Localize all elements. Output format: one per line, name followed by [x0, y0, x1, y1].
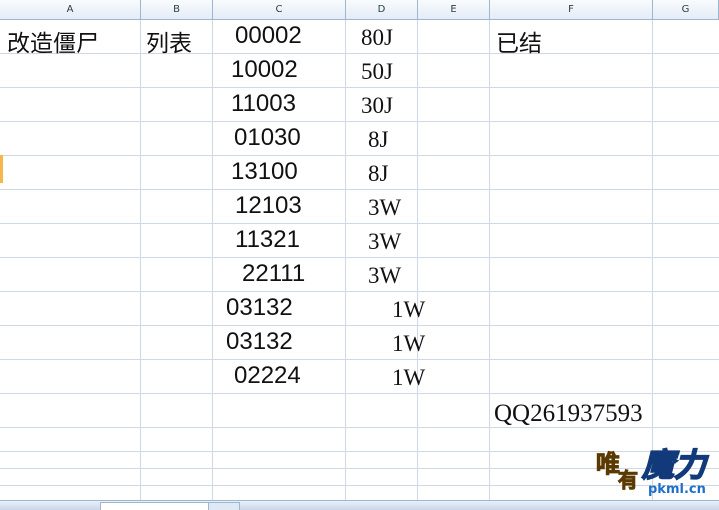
grid-line [345, 20, 346, 500]
column-header-f[interactable]: F [490, 0, 653, 19]
cell-c8[interactable]: 22111 [242, 260, 305, 288]
grid-line [140, 20, 141, 500]
grid-line [0, 53, 719, 54]
cell-d2[interactable]: 50J [361, 59, 393, 85]
cell-d9[interactable]: 1W [392, 297, 425, 323]
watermark-logo-glyph: 唯 [596, 450, 621, 479]
grid-line [417, 20, 418, 500]
cell-c5[interactable]: 13100 [231, 158, 298, 186]
grid-line [0, 87, 719, 88]
grid-line [0, 121, 719, 122]
grid-line [0, 325, 719, 326]
grid-line [0, 359, 719, 360]
column-header-row: A B C D E F G [0, 0, 719, 20]
cell-d1[interactable]: 80J [361, 25, 393, 51]
cell-f12-qq[interactable]: QQ261937593 [494, 400, 643, 428]
cell-d4[interactable]: 8J [368, 127, 388, 153]
grid-line [489, 20, 490, 500]
cell-c1[interactable]: 00002 [235, 22, 302, 50]
cell-b1[interactable]: 列表 [146, 24, 192, 58]
watermark-logo-glyph: 有 [618, 468, 639, 493]
cell-f1[interactable]: 已结 [496, 24, 542, 58]
cell-c11[interactable]: 02224 [234, 362, 301, 390]
cell-c7[interactable]: 11321 [235, 226, 300, 254]
cell-a1[interactable]: 改造僵尸 [7, 24, 99, 58]
cell-d3[interactable]: 30J [361, 93, 393, 119]
grid-line [0, 291, 719, 292]
cell-c2[interactable]: 10002 [231, 56, 298, 84]
grid-line [0, 155, 719, 156]
grid-line [0, 257, 719, 258]
cell-c4[interactable]: 01030 [234, 124, 301, 152]
cell-c9[interactable]: 03132 [226, 294, 293, 322]
cell-d11[interactable]: 1W [392, 365, 425, 391]
column-header-c[interactable]: C [213, 0, 346, 19]
cell-d5[interactable]: 8J [368, 161, 388, 187]
column-header-g[interactable]: G [653, 0, 719, 19]
grid-line [0, 223, 719, 224]
column-header-b[interactable]: B [141, 0, 213, 19]
cell-c10[interactable]: 03132 [226, 328, 293, 356]
grid-line [212, 20, 213, 500]
grid-line [0, 393, 719, 394]
column-header-e[interactable]: E [418, 0, 490, 19]
watermark-logo-glyph: 魔力 [641, 445, 707, 485]
watermark-logo: 唯 有 魔力 pkml.cn [596, 440, 718, 502]
column-header-d[interactable]: D [346, 0, 418, 19]
cell-d8[interactable]: 3W [368, 263, 401, 289]
cell-d10[interactable]: 1W [392, 331, 425, 357]
spreadsheet-grid[interactable] [0, 20, 719, 500]
cell-d6[interactable]: 3W [368, 195, 401, 221]
active-row-marker [0, 155, 3, 183]
cell-c3[interactable]: 11003 [231, 90, 296, 118]
column-header-a[interactable]: A [0, 0, 141, 19]
cell-c6[interactable]: 12103 [235, 192, 302, 220]
grid-line [0, 189, 719, 190]
watermark-url: pkml.cn [648, 482, 706, 497]
grid-line [652, 20, 653, 500]
cell-d7[interactable]: 3W [368, 229, 401, 255]
